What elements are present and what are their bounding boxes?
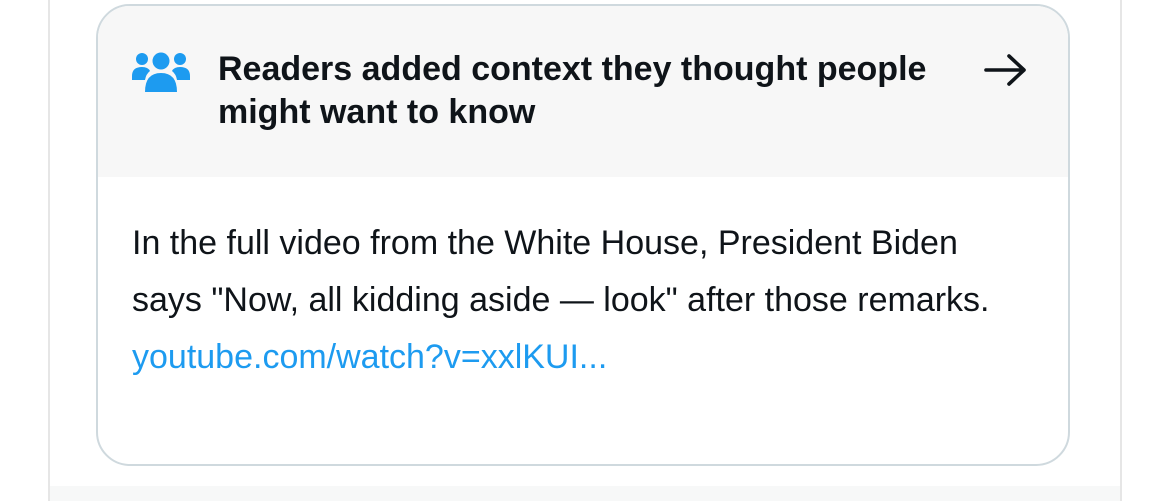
community-note-body: In the full video from the White House, …	[132, 215, 1032, 386]
people-group-icon	[132, 52, 190, 92]
community-note-header[interactable]: Readers added context they thought peopl…	[98, 6, 1068, 177]
community-note-text: In the full video from the White House, …	[132, 224, 990, 319]
arrow-right-icon[interactable]	[982, 52, 1030, 88]
community-note-title: Readers added context they thought peopl…	[218, 50, 927, 131]
source-link[interactable]: youtube.com/watch?v=xxlKUI...	[132, 329, 1032, 386]
timeline-left-border	[48, 0, 50, 501]
timeline-right-border	[1120, 0, 1122, 501]
community-note-card[interactable]: Readers added context they thought peopl…	[96, 4, 1070, 466]
tweet-footer-strip	[50, 486, 1120, 501]
tweet-timeline-viewport: Readers added context they thought peopl…	[0, 0, 1170, 501]
